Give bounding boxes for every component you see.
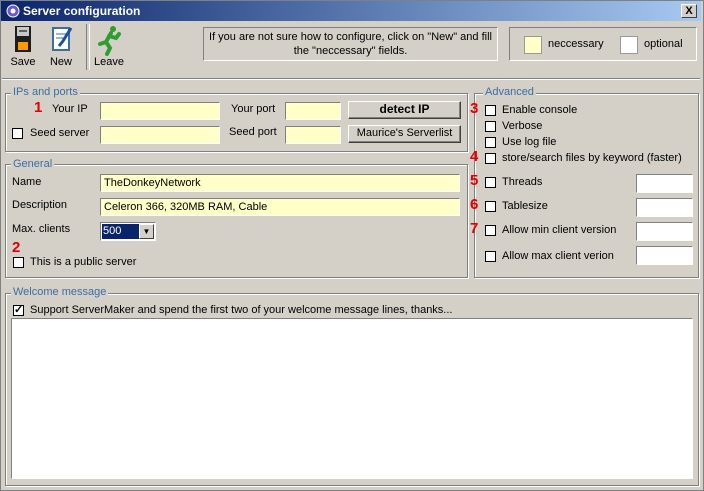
allow-min-version-input[interactable]	[636, 222, 693, 241]
threads-input[interactable]	[636, 174, 693, 193]
save-button[interactable]: Save	[6, 24, 40, 68]
name-input[interactable]: TheDonkeyNetwork	[100, 174, 460, 192]
marker-7: 7	[470, 220, 479, 237]
advanced-title: Advanced	[483, 86, 536, 98]
help-hint: If you are not sure how to configure, cl…	[203, 27, 498, 61]
description-input[interactable]: Celeron 366, 320MB RAM, Cable	[100, 198, 460, 216]
seed-server-input[interactable]	[100, 126, 220, 144]
detect-ip-button[interactable]: detect IP	[348, 101, 461, 119]
your-port-input[interactable]	[285, 102, 341, 120]
new-button[interactable]: New	[44, 24, 78, 68]
hint-line-2: the "neccessary" fields.	[293, 45, 408, 57]
marker-2: 2	[12, 239, 21, 256]
threads-label: Threads	[502, 176, 543, 188]
ips-ports-title: IPs and ports	[11, 86, 80, 98]
floppy-disk-icon	[15, 26, 31, 52]
marker-5: 5	[470, 172, 479, 189]
toolbar-separator	[86, 24, 90, 70]
leave-button[interactable]: Leave	[92, 24, 126, 68]
allow-min-version-checkbox[interactable]	[485, 225, 496, 236]
marker-4: 4	[470, 148, 479, 165]
use-log-file-checkbox[interactable]	[485, 137, 496, 148]
marker-1: 1	[34, 99, 43, 116]
public-server-label: This is a public server	[30, 256, 137, 268]
public-server-checkbox[interactable]	[13, 257, 24, 268]
welcome-message-textarea[interactable]	[11, 318, 693, 479]
allow-max-version-checkbox[interactable]	[485, 251, 496, 262]
field-legend: neccessary optional	[509, 27, 697, 61]
max-clients-value: 500	[102, 224, 139, 239]
allow-max-version-label: Allow max client verion	[502, 250, 614, 262]
allow-max-version-input[interactable]	[636, 246, 693, 265]
new-label: New	[49, 56, 72, 68]
max-clients-label: Max. clients	[12, 223, 71, 235]
hint-line-1: If you are not sure how to configure, cl…	[209, 31, 492, 43]
gear-icon	[6, 4, 20, 18]
welcome-message-title: Welcome message	[11, 286, 109, 298]
toolbar-divider	[2, 78, 700, 80]
description-label: Description	[12, 199, 68, 211]
close-button[interactable]: X	[681, 4, 697, 18]
seed-server-label: Seed server	[30, 127, 90, 139]
seed-server-checkbox[interactable]	[12, 128, 23, 139]
tablesize-input[interactable]	[636, 198, 693, 217]
leave-label: Leave	[94, 56, 124, 68]
verbose-checkbox[interactable]	[485, 121, 496, 132]
store-search-label: store/search files by keyword (faster)	[502, 152, 682, 164]
max-clients-select[interactable]: 500 ▼	[100, 222, 156, 241]
optional-swatch	[620, 36, 638, 54]
seed-port-input[interactable]	[285, 126, 341, 144]
your-port-label: Your port	[231, 103, 276, 115]
name-label: Name	[12, 176, 42, 188]
serverlist-button[interactable]: Maurice's Serverlist	[348, 125, 461, 143]
support-servermaker-label: Support ServerMaker and spend the first …	[30, 304, 453, 316]
seed-port-label: Seed port	[229, 126, 277, 138]
your-ip-label: Your IP	[52, 103, 88, 115]
your-ip-input[interactable]	[100, 102, 220, 120]
window-title: Server configuration	[23, 4, 141, 18]
tablesize-label: Tablesize	[502, 200, 548, 212]
necessary-swatch	[524, 36, 542, 54]
marker-3: 3	[470, 100, 479, 117]
new-document-icon	[52, 27, 73, 51]
necessary-label: neccessary	[548, 38, 604, 50]
enable-console-label: Enable console	[502, 104, 578, 116]
optional-label: optional	[644, 38, 683, 50]
title-bar: Server configuration X	[1, 1, 701, 21]
general-title: General	[11, 158, 55, 170]
verbose-label: Verbose	[502, 120, 543, 132]
marker-6: 6	[470, 196, 479, 213]
use-log-file-label: Use log file	[502, 136, 557, 148]
chevron-down-icon[interactable]: ▼	[139, 224, 154, 239]
enable-console-checkbox[interactable]	[485, 105, 496, 116]
allow-min-version-label: Allow min client version	[502, 224, 617, 236]
running-man-icon	[98, 26, 121, 56]
save-label: Save	[10, 56, 36, 68]
threads-checkbox[interactable]	[485, 177, 496, 188]
support-servermaker-checkbox[interactable]	[13, 303, 24, 316]
store-search-checkbox[interactable]	[485, 153, 496, 164]
tablesize-checkbox[interactable]	[485, 201, 496, 212]
